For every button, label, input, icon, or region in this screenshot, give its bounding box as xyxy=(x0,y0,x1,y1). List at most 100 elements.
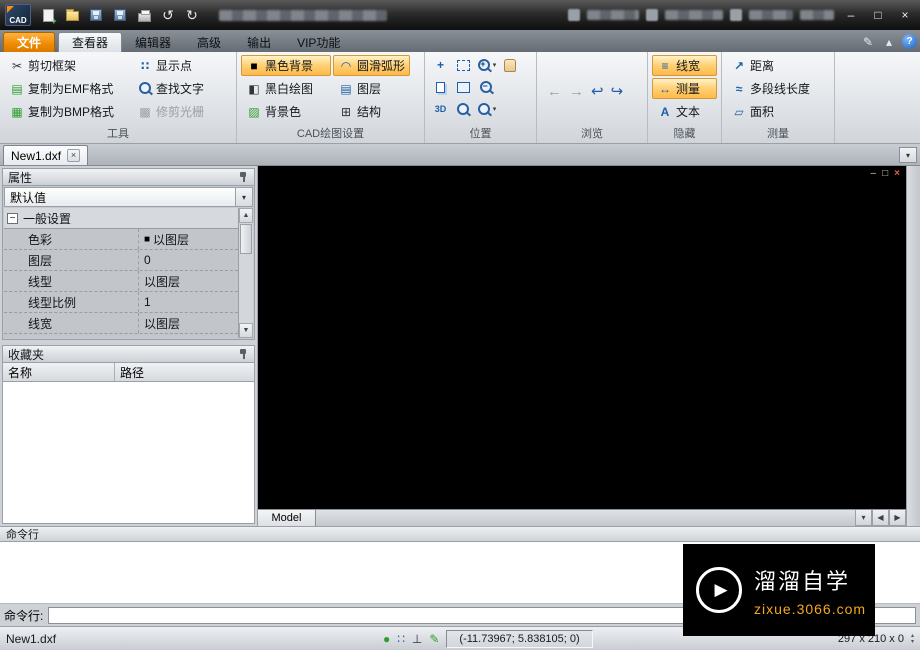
document-tab-new1[interactable]: New1.dxf × xyxy=(3,145,88,165)
area-button[interactable]: ▱面积 xyxy=(726,101,830,122)
structure-button[interactable]: ⊞结构 xyxy=(333,101,410,122)
grid-icon[interactable]: ∷ xyxy=(397,632,405,646)
pages-icon xyxy=(436,82,445,93)
layers-button[interactable]: ▤图层 xyxy=(333,78,410,99)
collapse-icon[interactable]: − xyxy=(7,213,18,224)
pan-button[interactable] xyxy=(498,55,521,75)
cut-frame-button[interactable]: ✂剪切框架 xyxy=(4,55,130,76)
favorites-header: 收藏夹 xyxy=(3,346,254,363)
tab-list-button[interactable]: ▾ xyxy=(899,147,917,163)
canvas-close-icon[interactable]: × xyxy=(894,168,900,180)
print-button[interactable] xyxy=(133,4,155,26)
scroll-up-icon[interactable]: ▲ xyxy=(239,208,253,223)
property-label: 线型 xyxy=(4,271,139,291)
browse-forward-button[interactable]: → xyxy=(569,83,584,100)
collapse-ribbon-icon[interactable]: ▴ xyxy=(881,35,897,49)
canvas-minimize-icon[interactable]: – xyxy=(871,168,877,180)
copy-view-button[interactable] xyxy=(429,77,452,97)
command-prompt-label: 命令行: xyxy=(4,607,43,624)
canvas-bottom-bar: Model ▾ ◀ ▶ xyxy=(258,509,906,526)
osnap-icon[interactable]: ● xyxy=(383,632,390,646)
lineweight-icon: ≡ xyxy=(657,58,673,74)
scroll-right-icon[interactable]: ▶ xyxy=(889,510,906,526)
distance-button[interactable]: ↗距离 xyxy=(726,55,830,76)
horizontal-scrollbar[interactable] xyxy=(316,510,855,526)
minimize-button[interactable]: – xyxy=(841,6,861,24)
measure-toggle-button[interactable]: ↔测量 xyxy=(652,78,717,99)
zoom-circle-button[interactable] xyxy=(452,99,475,119)
command-panel-header[interactable]: 命令行 xyxy=(0,526,920,542)
show-points-icon: ∷ xyxy=(137,58,153,74)
scrollbar-thumb[interactable] xyxy=(240,224,252,254)
restore-button[interactable]: □ xyxy=(868,6,888,24)
model-tab[interactable]: Model xyxy=(258,510,316,526)
tab-viewer[interactable]: 查看器 xyxy=(58,32,122,52)
button-label: 线宽 xyxy=(676,57,700,74)
zoom-rect-button[interactable] xyxy=(452,77,475,97)
pin-icon[interactable] xyxy=(238,348,249,360)
vertical-scrollbar[interactable] xyxy=(906,166,920,526)
ribbon-group-browse: ← → ↩ ↪ 浏览 xyxy=(537,52,648,143)
undo-button[interactable]: ↺ xyxy=(157,4,179,26)
black-background-button[interactable]: ■黑色背景 xyxy=(241,55,331,76)
tab-output[interactable]: 输出 xyxy=(234,32,284,52)
next-view-button[interactable]: ↪ xyxy=(611,82,624,100)
open-file-button[interactable] xyxy=(61,4,83,26)
tab-advanced[interactable]: 高级 xyxy=(184,32,234,52)
bw-drawing-button[interactable]: ◧黑白绘图 xyxy=(241,78,331,99)
show-points-button[interactable]: ∷显示点 xyxy=(132,55,209,76)
watermark-text: 溜溜自学 zixue.3066.com xyxy=(754,564,866,617)
open-folder-icon xyxy=(66,11,79,21)
chevron-down-icon[interactable]: ▾ xyxy=(235,188,252,206)
lineweight-toggle-button[interactable]: ≡线宽 xyxy=(652,55,717,76)
background-color-button[interactable]: ▨背景色 xyxy=(241,101,331,122)
properties-scrollbar[interactable]: ▲ ▼ xyxy=(238,208,253,338)
browse-back-button[interactable]: ← xyxy=(547,83,562,100)
previous-view-button[interactable]: ↩ xyxy=(591,82,604,100)
tab-vip[interactable]: VIP功能 xyxy=(284,32,353,52)
drawing-canvas[interactable]: – □ × xyxy=(258,166,906,509)
copy-as-emf-button[interactable]: ▤复制为EMF格式 xyxy=(4,78,130,99)
zoom-position-button[interactable]: + xyxy=(429,55,452,75)
zoom-in-button[interactable]: +▾ xyxy=(475,55,498,75)
redo-button[interactable]: ↻ xyxy=(181,4,203,26)
new-file-button[interactable] xyxy=(37,4,59,26)
ortho-icon[interactable]: ⊥ xyxy=(412,632,422,646)
zoom-out-button[interactable]: − xyxy=(475,77,498,97)
polyline-length-button[interactable]: ≈多段线长度 xyxy=(726,78,830,99)
tab-file[interactable]: 文件 xyxy=(3,32,55,52)
save-button[interactable] xyxy=(85,4,107,26)
tab-close-icon[interactable]: × xyxy=(67,149,80,162)
property-group-row[interactable]: − 一般设置 xyxy=(4,208,238,229)
save-all-button[interactable] xyxy=(109,4,131,26)
pin-icon[interactable] xyxy=(238,171,249,183)
column-header-name[interactable]: 名称 xyxy=(3,363,115,381)
draw-pen-icon[interactable]: ✎ xyxy=(429,632,439,646)
property-row-linetype-scale[interactable]: 线型比例 1 xyxy=(4,292,238,313)
property-row-color[interactable]: 色彩 ■以图层 xyxy=(4,229,238,250)
property-row-layer[interactable]: 图层 0 xyxy=(4,250,238,271)
canvas-restore-icon[interactable]: □ xyxy=(882,168,888,180)
close-button[interactable]: × xyxy=(895,6,915,24)
preset-dropdown[interactable]: 默认值 ▾ xyxy=(4,187,253,207)
find-text-button[interactable]: 查找文字 xyxy=(132,78,209,99)
column-header-path[interactable]: 路径 xyxy=(115,363,254,381)
zoom-extents-button[interactable]: ▾ xyxy=(475,99,498,119)
property-value: 以图层 xyxy=(144,315,180,332)
text-toggle-button[interactable]: A文本 xyxy=(652,101,717,122)
tab-editor[interactable]: 编辑器 xyxy=(122,32,184,52)
zoom-window-button[interactable] xyxy=(452,55,475,75)
property-row-linetype[interactable]: 线型 以图层 xyxy=(4,271,238,292)
smooth-arc-button[interactable]: ◠圆滑弧形 xyxy=(333,55,410,76)
help-icon[interactable]: ? xyxy=(902,34,917,49)
spinner-arrows[interactable]: ▴▾ xyxy=(911,633,914,645)
orbit-3d-button[interactable]: 3D xyxy=(429,99,452,119)
property-row-lineweight[interactable]: 线宽 以图层 xyxy=(4,313,238,334)
ribbon-group-hide: ≡线宽 ↔测量 A文本 隐藏 xyxy=(648,52,722,143)
favorites-list[interactable] xyxy=(3,382,254,523)
pencil-icon[interactable]: ✎ xyxy=(860,35,876,49)
layout-list-icon[interactable]: ▾ xyxy=(855,510,872,526)
copy-as-bmp-button[interactable]: ▦复制为BMP格式 xyxy=(4,101,130,122)
scroll-down-icon[interactable]: ▼ xyxy=(239,323,253,338)
scroll-left-icon[interactable]: ◀ xyxy=(872,510,889,526)
